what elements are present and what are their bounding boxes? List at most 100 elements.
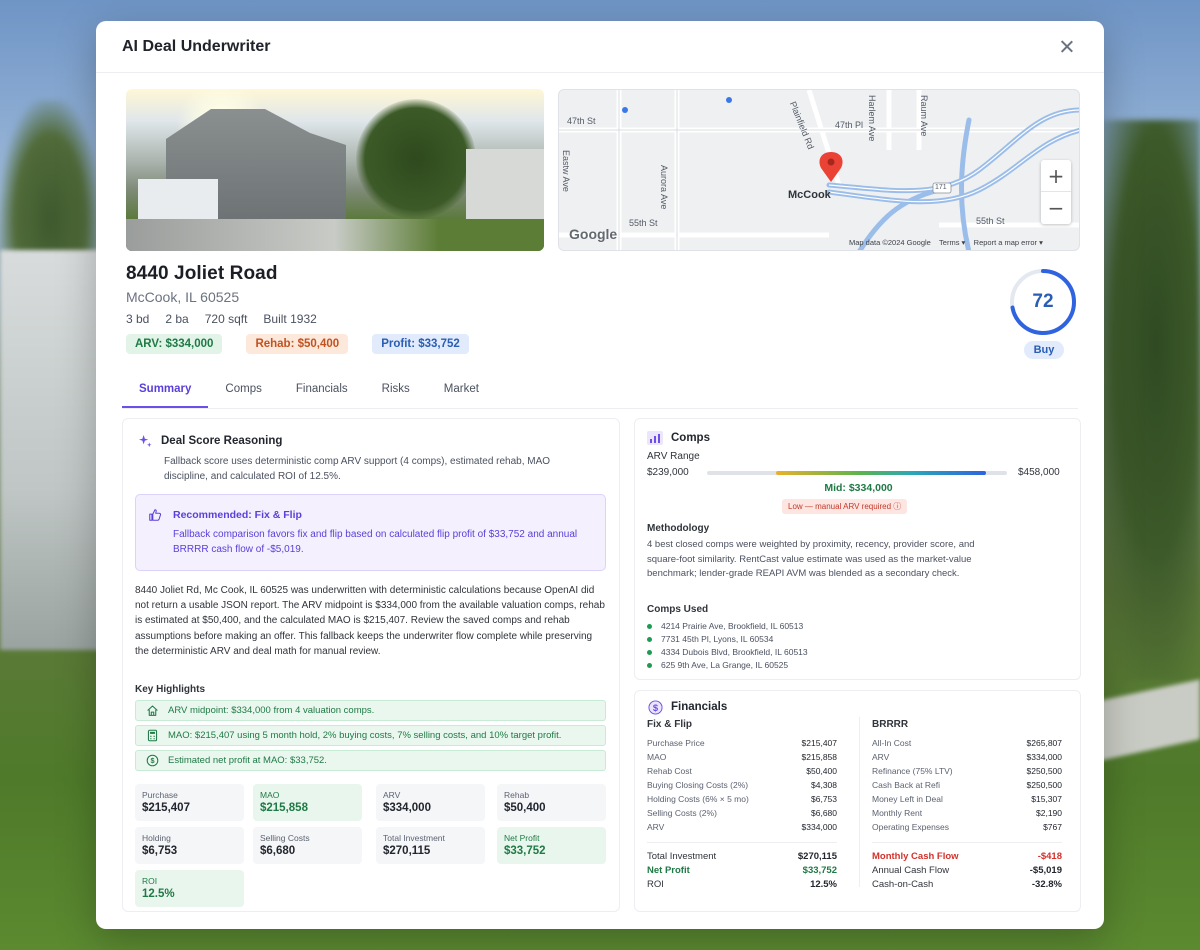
highlight-text: ARV midpoint: $334,000 from 4 valuation … — [168, 705, 375, 716]
fin-cash-on-cash: Cash-on-Cash -32.8% — [872, 878, 1062, 890]
comps-header: Comps — [647, 430, 710, 446]
brrrr-column: BRRRR All-In Cost $265,807 ARV $334,000 Re… — [872, 719, 1062, 891]
arv-range-label: ARV Range — [647, 451, 700, 462]
fin-row: Buying Closing Costs (2%) $4,308 — [647, 780, 837, 790]
metric-net-profit: Net Profit $33,752 — [497, 827, 606, 864]
map-street-label: Raum Ave — [919, 95, 929, 137]
score-value: 72 — [1032, 291, 1054, 312]
map-street-label: Aurora Ave — [659, 165, 669, 210]
key-highlights-label: Key Highlights — [135, 684, 206, 695]
confidence-warning-badge[interactable]: Low — manual ARV required ⓘ — [782, 499, 908, 514]
close-icon[interactable] — [1056, 36, 1078, 58]
metric-roi: ROI 12.5% — [135, 870, 244, 907]
comp-list-item: 7731 45th Pl, Lyons, IL 60534 — [647, 634, 773, 644]
metric-purchase: Purchase $215,407 — [135, 784, 244, 821]
fin-total-investment: Total Investment $270,115 — [647, 850, 837, 862]
fin-row: Holding Costs (6% × 5 mo) $6,753 — [647, 794, 837, 804]
baths: 2 ba — [165, 312, 189, 326]
fin-roi: ROI 12.5% — [647, 878, 837, 890]
map-street-label: Eastw Ave — [561, 150, 571, 192]
property-map[interactable]: 47th St 47th Pl 55th St 55th St Eastw Av… — [558, 89, 1080, 251]
methodology-label: Methodology — [647, 523, 710, 534]
tab-comps[interactable]: Comps — [208, 376, 278, 408]
highlight-text: MAO: $215,407 using 5 month hold, 2% buy… — [168, 730, 562, 741]
background-house — [0, 250, 110, 650]
fin-row: ARV $334,000 — [647, 822, 837, 832]
fin-net-profit: Net Profit $33,752 — [647, 864, 837, 876]
metric-holding: Holding $6,753 — [135, 827, 244, 864]
rehab-pill: Rehab: $50,400 — [246, 334, 349, 354]
fin-row: All-In Cost $265,807 — [872, 738, 1062, 748]
fin-row: Rehab Cost $50,400 — [647, 766, 837, 776]
arv-range-fill — [776, 471, 986, 475]
map-route-shield: 171 — [935, 184, 947, 191]
financials-header: $ Financials — [647, 699, 727, 715]
dollar-icon: $ — [144, 753, 160, 769]
map-data-credit: Map data ©2024 Google — [849, 238, 931, 247]
summary-pills: ARV: $334,000 Rehab: $50,400 Profit: $33… — [126, 334, 469, 354]
comp-list-item: 625 9th Ave, La Grange, IL 60525 — [647, 660, 788, 670]
fin-annual-cash-flow: Annual Cash Flow -$5,019 — [872, 864, 1062, 876]
fin-row: Operating Expenses $767 — [872, 822, 1062, 832]
summary-card: Deal Score Reasoning Fallback score uses… — [122, 418, 620, 912]
tab-financials[interactable]: Financials — [279, 376, 365, 408]
reasoning-title: Deal Score Reasoning — [161, 435, 283, 447]
fin-row: Selling Costs (2%) $6,680 — [647, 808, 837, 818]
map-street-label: 47th St — [567, 116, 596, 126]
reasoning-text: Fallback score uses deterministic comp A… — [164, 456, 551, 482]
tab-market[interactable]: Market — [427, 376, 496, 408]
google-logo: Google — [569, 226, 618, 242]
property-facts: 3 bd 2 ba 720 sqft Built 1932 — [126, 312, 317, 326]
recommendation-text: Fallback comparison favors fix and flip … — [173, 529, 578, 555]
comp-list-item: 4214 Prairie Ave, Brookfield, IL 60513 — [647, 621, 803, 631]
modal-title: AI Deal Underwriter — [122, 37, 271, 55]
background-tree — [1090, 120, 1200, 680]
property-address: 8440 Joliet Road — [126, 263, 278, 284]
fin-row: Refinance (75% LTV) $250,500 — [872, 766, 1062, 776]
fin-row: Money Left in Deal $15,307 — [872, 794, 1062, 804]
score-ring: 72 — [1008, 267, 1078, 337]
brrrr-title: BRRRR — [872, 719, 909, 730]
arv-pill: ARV: $334,000 — [126, 334, 223, 354]
zoom-out-button[interactable]: − — [1041, 192, 1071, 224]
underwriting-summary: 8440 Joliet Rd, Mc Cook, IL 60525 was un… — [135, 585, 605, 657]
tab-risks[interactable]: Risks — [365, 376, 427, 408]
thumbs-up-icon — [148, 508, 162, 527]
metric-total-investment: Total Investment $270,115 — [376, 827, 485, 864]
highlight-item: ARV midpoint: $334,000 from 4 valuation … — [135, 700, 606, 721]
metric-rehab: Rehab $50,400 — [497, 784, 606, 821]
arv-range-bar — [707, 471, 1007, 475]
sqft: 720 sqft — [204, 312, 248, 326]
zoom-in-button[interactable]: + — [1041, 160, 1071, 192]
beds: 3 bd — [126, 312, 150, 326]
tab-summary[interactable]: Summary — [122, 376, 209, 408]
fin-row: ARV $334,000 — [872, 752, 1062, 762]
svg-text:$: $ — [652, 702, 658, 712]
dollar-circle-icon: $ — [647, 699, 663, 715]
map-city-label: McCook — [788, 189, 831, 201]
comps-used-label: Comps Used — [647, 604, 709, 615]
fix-flip-column: Fix & Flip Purchase Price $215,407 MAO $21… — [647, 719, 837, 891]
deal-underwriter-modal: AI Deal Underwriter 47th St 47th Pl 55th… — [96, 21, 1104, 929]
map-report-link[interactable]: Report a map error — [974, 238, 1037, 247]
recommendation-title: Recommended: Fix & Flip — [173, 509, 302, 521]
home-icon — [144, 703, 160, 719]
map-footer: Map data ©2024 Google Terms ▾ Report a m… — [849, 238, 1043, 247]
map-street-label: 55th St — [629, 218, 658, 228]
svg-text:$: $ — [150, 756, 154, 765]
comp-list-item: 4334 Dubois Blvd, Brookfield, IL 60513 — [647, 647, 808, 657]
map-terms-link[interactable]: Terms — [939, 238, 959, 247]
map-street-label: 55th St — [976, 216, 1005, 226]
highlight-item: MAO: $215,407 using 5 month hold, 2% buy… — [135, 725, 606, 746]
profit-pill: Profit: $33,752 — [372, 334, 469, 354]
comps-card: Comps ARV Range $239,000 $458,000 Mid: $… — [634, 418, 1081, 680]
deal-score: 72 Buy — [1008, 267, 1080, 359]
modal-header: AI Deal Underwriter — [96, 21, 1104, 73]
score-badge: Buy — [1023, 341, 1065, 359]
year-built: Built 1932 — [263, 312, 317, 326]
bullet-dot — [647, 636, 652, 642]
reasoning-header: Deal Score Reasoning — [137, 433, 282, 449]
chart-icon — [647, 430, 663, 446]
fin-monthly-cash-flow: Monthly Cash Flow -$418 — [872, 850, 1062, 862]
arv-range-high: $458,000 — [1018, 467, 1060, 478]
